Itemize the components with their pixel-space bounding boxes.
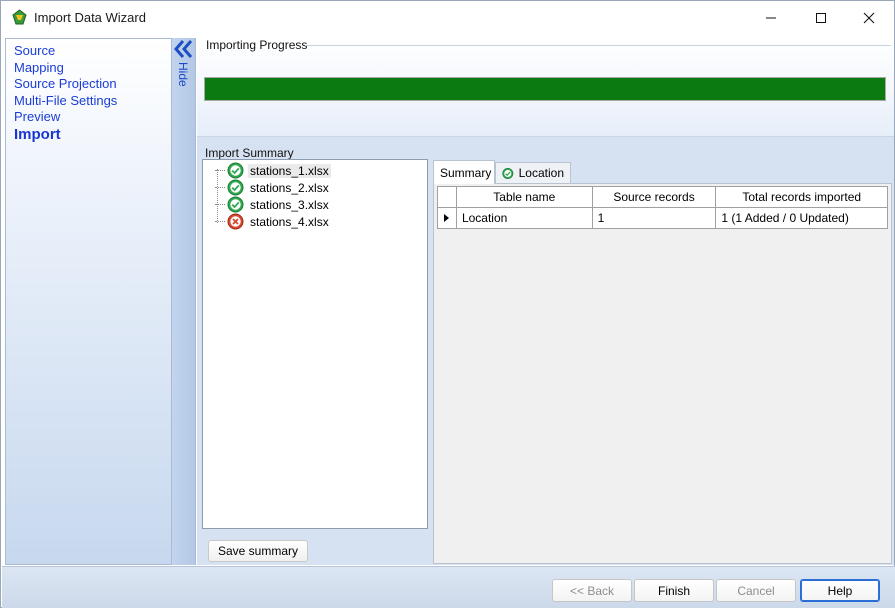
hide-panel-toggle[interactable]: Hide — [172, 38, 196, 565]
button-bar: << Back Finish Cancel Help — [2, 566, 895, 608]
tree-item-stations-3[interactable]: stations_3.xlsx — [215, 196, 331, 213]
tab-location-label: Location — [518, 166, 564, 180]
check-circle-icon — [227, 162, 244, 179]
progress-fill — [205, 78, 885, 100]
grid-header-row: Table name Source records Total records … — [438, 187, 888, 208]
cell-table-name[interactable]: Location — [456, 208, 593, 229]
app-icon — [12, 9, 27, 25]
grid-corner — [438, 187, 457, 208]
tree-item-stations-2[interactable]: stations_2.xlsx — [215, 179, 331, 196]
summary-grid: Table name Source records Total records … — [437, 186, 888, 229]
check-circle-icon — [227, 196, 244, 213]
step-source-projection[interactable]: Source Projection — [6, 76, 171, 93]
step-multi-file-settings[interactable]: Multi-File Settings — [6, 93, 171, 110]
close-icon — [863, 12, 875, 24]
table-row[interactable]: Location 1 1 (1 Added / 0 Updated) — [438, 208, 888, 229]
error-circle-icon — [227, 213, 244, 230]
tree-item-stations-1[interactable]: stations_1.xlsx — [215, 162, 331, 179]
window-title: Import Data Wizard — [34, 10, 146, 25]
step-source[interactable]: Source — [6, 43, 171, 60]
tree-item-label: stations_1.xlsx — [248, 163, 331, 178]
cell-source-records[interactable]: 1 — [592, 208, 717, 229]
summary-tab-panel: Table name Source records Total records … — [433, 183, 892, 564]
row-pointer-icon — [443, 214, 449, 222]
tree-item-label: stations_2.xlsx — [250, 180, 329, 195]
row-selector[interactable] — [438, 208, 457, 229]
tab-summary[interactable]: Summary — [433, 160, 495, 184]
cancel-button[interactable]: Cancel — [716, 579, 796, 602]
back-button[interactable]: << Back — [552, 579, 632, 602]
check-circle-icon — [227, 179, 244, 196]
hide-label: Hide — [176, 62, 190, 87]
file-tree: stations_1.xlsx stations_2.xlsx stations… — [202, 159, 428, 529]
import-data-wizard-window: Import Data Wizard Source Mapping Source… — [0, 0, 895, 608]
help-button[interactable]: Help — [800, 579, 880, 602]
result-tabs: Summary Location Table name Source recor… — [433, 160, 892, 564]
double-chevron-left-icon — [174, 40, 193, 58]
step-import[interactable]: Import — [6, 126, 171, 144]
main-panel: Importing Progress Import Summary statio… — [197, 38, 894, 565]
minimize-button[interactable] — [746, 1, 796, 35]
step-mapping[interactable]: Mapping — [6, 60, 171, 77]
importing-progress-label: Importing Progress — [206, 38, 308, 52]
tree-item-label: stations_3.xlsx — [250, 197, 329, 212]
cell-total-records[interactable]: 1 (1 Added / 0 Updated) — [716, 208, 888, 229]
group-divider — [305, 45, 891, 46]
tree-item-label: stations_4.xlsx — [250, 214, 329, 229]
importing-progress-group: Importing Progress — [197, 38, 894, 137]
column-header-source-records[interactable]: Source records — [592, 187, 717, 208]
finish-button[interactable]: Finish — [634, 579, 714, 602]
maximize-button[interactable] — [796, 1, 846, 35]
tab-summary-label: Summary — [440, 165, 492, 180]
column-header-total-records[interactable]: Total records imported — [716, 187, 888, 208]
close-button[interactable] — [844, 1, 894, 35]
maximize-icon — [816, 13, 826, 23]
column-header-table-name[interactable]: Table name — [456, 187, 593, 208]
step-preview[interactable]: Preview — [6, 109, 171, 126]
wizard-steps-panel: Source Mapping Source Projection Multi-F… — [5, 38, 172, 565]
check-circle-icon — [502, 167, 514, 179]
tab-location[interactable]: Location — [495, 162, 571, 183]
tree-item-stations-4[interactable]: stations_4.xlsx — [215, 213, 331, 230]
save-summary-button[interactable]: Save summary — [208, 540, 308, 562]
progress-bar — [204, 77, 886, 101]
minimize-icon — [766, 17, 776, 19]
title-bar: Import Data Wizard — [1, 1, 894, 35]
import-summary-label: Import Summary — [205, 146, 294, 160]
